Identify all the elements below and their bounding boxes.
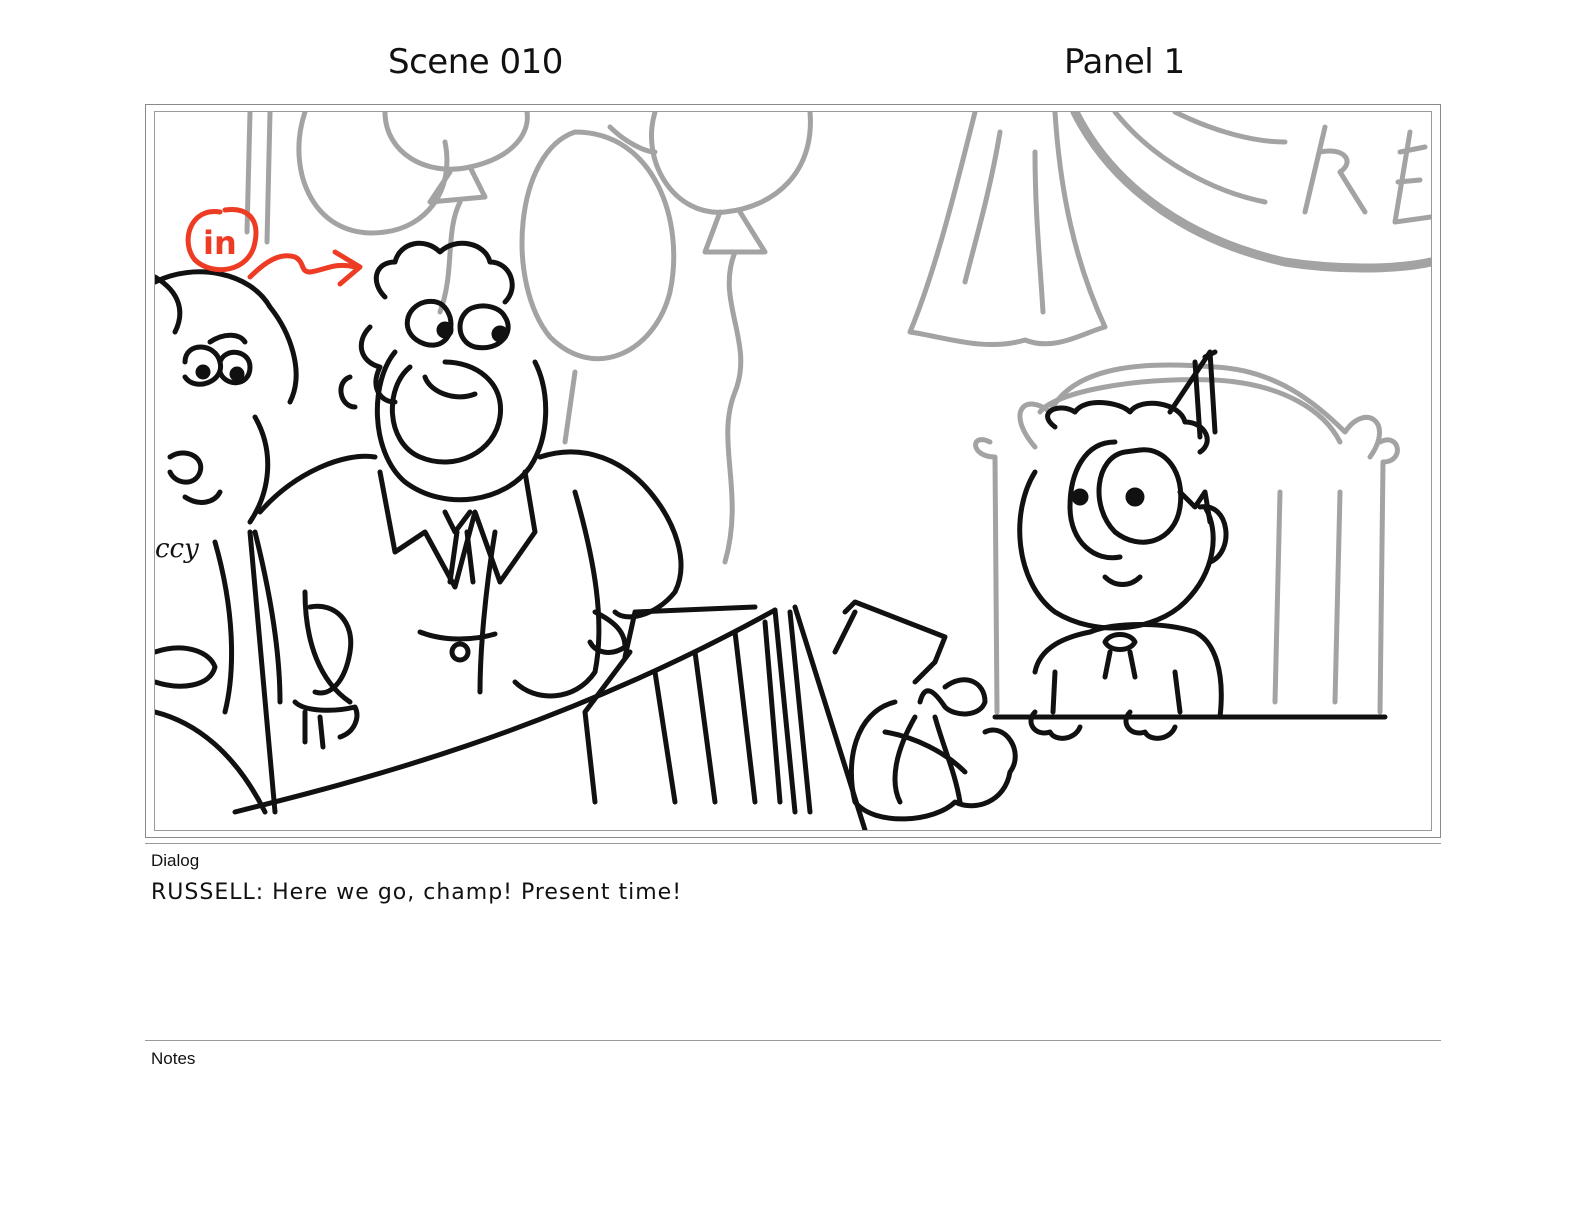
pillar-line-2 xyxy=(264,112,273,245)
dialog-label: Dialog xyxy=(151,851,200,870)
man-hand xyxy=(292,699,360,750)
man-pupil-2 xyxy=(491,325,509,343)
man-hand-right xyxy=(587,609,628,655)
gift-bow xyxy=(917,677,988,717)
bg-line xyxy=(562,369,578,445)
woman-brooch xyxy=(155,645,218,689)
gift-box-stripes xyxy=(652,619,783,805)
kid-hair xyxy=(1045,400,1210,455)
storyboard-drawing: in ccy xyxy=(154,111,1432,831)
woman-mouth xyxy=(167,450,204,485)
scene-title: Scene 010 xyxy=(388,42,563,82)
balloon-right xyxy=(649,112,813,215)
foreground-layer xyxy=(155,240,1388,830)
woman-body xyxy=(155,709,268,815)
storyboard-panel-frame: in ccy xyxy=(145,104,1441,838)
kid-arms xyxy=(1050,669,1183,715)
gift-lid-sides xyxy=(832,609,938,685)
kid-smile xyxy=(1102,574,1143,587)
throne-right-post xyxy=(1377,437,1400,715)
banner-swag xyxy=(1070,112,1431,273)
balloon-string-2 xyxy=(722,249,744,565)
woman-pupil-1 xyxy=(195,364,211,380)
dialog-text: RUSSELL: Here we go, champ! Present time… xyxy=(151,880,683,905)
curtain-fold-1 xyxy=(962,129,1003,285)
woman-collar xyxy=(212,539,235,715)
kid-pupil-1 xyxy=(1071,488,1089,506)
man-tie-knot xyxy=(442,509,473,535)
annotation-label: in xyxy=(203,224,237,262)
sketch-canvas: in ccy xyxy=(155,112,1431,830)
man-button xyxy=(449,641,471,663)
notes-label: Notes xyxy=(151,1049,196,1068)
kid-bow xyxy=(1102,632,1138,680)
notes-divider xyxy=(145,1040,1441,1041)
background-layer xyxy=(244,112,1431,715)
gift-lid xyxy=(842,599,948,665)
man-mouth xyxy=(389,359,504,465)
man-coat-line xyxy=(477,529,498,695)
gift-bag-creases xyxy=(882,714,968,805)
woman-chin xyxy=(182,489,223,505)
balloon-string-1 xyxy=(437,199,463,315)
woman-brow xyxy=(207,332,248,345)
kid-pupil-2 xyxy=(1125,487,1145,507)
panel-title: Panel 1 xyxy=(1064,42,1185,82)
banner-swag-inner-2 xyxy=(1172,112,1288,145)
man-pupil-1 xyxy=(436,321,454,339)
man-ear xyxy=(338,374,358,410)
balloon-left xyxy=(296,112,450,236)
balloon-top xyxy=(382,112,530,172)
dialog-divider xyxy=(145,843,1441,844)
banner-letter-e xyxy=(1392,129,1431,225)
banner-letter-r xyxy=(1302,124,1368,215)
throne-left-post xyxy=(973,437,1000,715)
curtain xyxy=(907,112,1108,348)
woman-hair xyxy=(155,274,183,335)
man-teeth xyxy=(422,374,478,400)
man-shoulder-left xyxy=(257,453,378,515)
throne-slats xyxy=(1272,489,1343,705)
man-belly xyxy=(512,489,602,699)
balloon-center xyxy=(519,129,677,362)
balloon-knot-2 xyxy=(702,209,768,255)
man-shoulder-right xyxy=(537,449,684,620)
woman-pupil-2 xyxy=(229,366,245,382)
annotation-arrow-line xyxy=(247,253,358,280)
curtain-fold-2 xyxy=(1032,149,1046,315)
woman-necklace-text: ccy xyxy=(155,534,199,564)
kid-hat-string xyxy=(1177,489,1213,525)
